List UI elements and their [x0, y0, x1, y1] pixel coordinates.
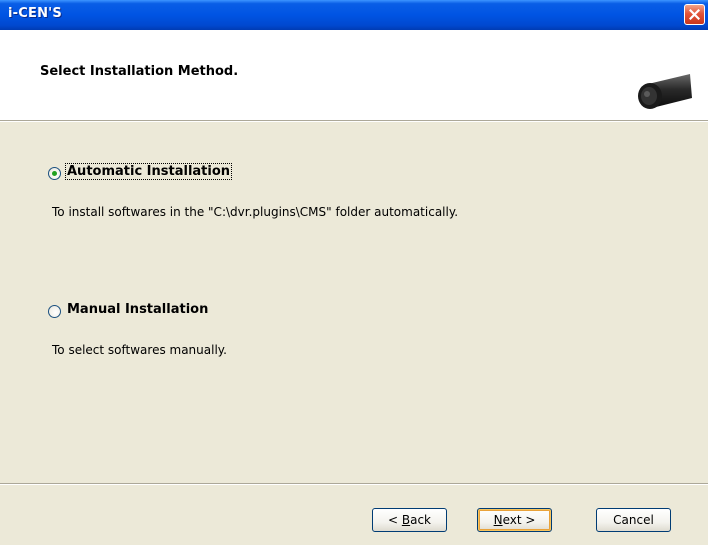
back-button-mnemonic: B	[401, 513, 411, 527]
header-divider	[0, 120, 708, 122]
camera-icon	[638, 74, 692, 109]
next-button[interactable]: Next >	[477, 508, 552, 532]
automatic-installation-description: To install softwares in the "C:\dvr.plug…	[52, 205, 459, 219]
close-button[interactable]	[684, 4, 705, 25]
window-title: i-CEN'S	[8, 6, 62, 21]
page-title: Select Installation Method.	[40, 64, 239, 79]
close-icon	[689, 9, 700, 20]
next-button-mnemonic: N	[493, 513, 503, 527]
cancel-button[interactable]: Cancel	[596, 508, 671, 532]
manual-installation-label[interactable]: Manual Installation	[66, 302, 209, 317]
back-button-rest: ack	[410, 513, 431, 527]
back-button-prefix: <	[387, 513, 402, 527]
footer-divider	[0, 483, 708, 485]
title-bar[interactable]: i-CEN'S	[0, 0, 708, 30]
manual-installation-description: To select softwares manually.	[52, 343, 227, 357]
back-button[interactable]: < Back	[372, 508, 447, 532]
installer-window: i-CEN'S Select Installation Method. Auto…	[0, 0, 708, 545]
radio-checked-dot	[52, 171, 57, 176]
radio-automatic[interactable]	[48, 167, 61, 180]
header-panel: Select Installation Method.	[0, 30, 708, 120]
radio-manual[interactable]	[48, 305, 61, 318]
automatic-installation-label[interactable]: Automatic Installation	[64, 163, 233, 180]
next-button-rest: ext >	[502, 513, 536, 527]
